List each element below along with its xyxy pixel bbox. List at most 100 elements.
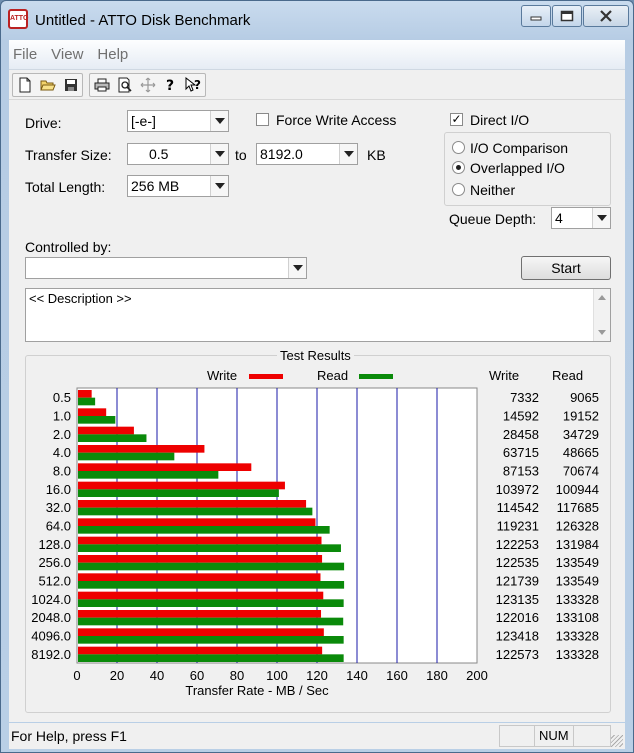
write-bar: [78, 555, 323, 563]
read-value: 34729: [563, 427, 599, 442]
x-tick-label: 20: [110, 668, 124, 683]
read-bar: [78, 416, 116, 424]
svg-text:?: ?: [194, 78, 201, 92]
y-tick-label: 16.0: [46, 482, 71, 497]
write-value: 122573: [496, 647, 539, 662]
write-value: 123418: [496, 629, 539, 644]
print-preview-icon: [118, 77, 132, 93]
read-value: 133108: [556, 610, 599, 625]
read-value: 133549: [556, 555, 599, 570]
y-tick-label: 2.0: [53, 427, 71, 442]
help-icon: ?: [166, 78, 174, 93]
read-value: 19152: [563, 409, 599, 424]
read-value: 9065: [570, 390, 599, 405]
write-value: 63715: [503, 445, 539, 460]
read-value: 131984: [556, 537, 599, 552]
menu-view[interactable]: View: [44, 46, 90, 63]
print-preview-button[interactable]: [113, 74, 136, 96]
svg-text:?: ?: [166, 78, 174, 93]
y-tick-label: 512.0: [38, 574, 71, 589]
print-icon: [94, 78, 109, 92]
write-value: 122253: [496, 537, 539, 552]
write-bar: [78, 445, 205, 453]
title-bar[interactable]: ATTO Untitled - ATTO Disk Benchmark: [1, 1, 633, 37]
read-bar: [78, 562, 345, 571]
write-bar: [78, 610, 322, 618]
read-bar: [78, 434, 147, 442]
read-bar: [78, 599, 344, 607]
x-tick-label: 60: [190, 668, 204, 683]
atto-app-icon[interactable]: ATTO: [8, 9, 28, 29]
read-value: 126328: [556, 519, 599, 534]
read-bar: [78, 489, 279, 497]
read-value: 133328: [556, 629, 599, 644]
x-tick-label: 180: [426, 668, 448, 683]
x-tick-label: 100: [266, 668, 288, 683]
y-tick-label: 256.0: [38, 555, 71, 570]
write-value: 122535: [496, 555, 539, 570]
new-button[interactable]: [13, 74, 36, 96]
y-tick-label: 1.0: [53, 409, 71, 424]
save-icon: [64, 79, 77, 91]
x-tick-label: 0: [73, 668, 80, 683]
maximize-button[interactable]: [552, 5, 582, 27]
x-axis-label: Transfer Rate - MB / Sec: [185, 683, 329, 698]
print-button[interactable]: [90, 74, 113, 96]
new-icon: [19, 77, 30, 93]
read-bar: [78, 654, 344, 662]
write-bar: [78, 536, 322, 545]
context-help-button[interactable]: ?: [182, 74, 205, 96]
toolbar-tools-group: ? ?: [89, 73, 206, 97]
read-bar: [78, 526, 330, 534]
write-bar: [78, 408, 107, 416]
y-tick-label: 8192.0: [31, 647, 71, 662]
read-bar: [78, 544, 341, 552]
x-tick-label: 80: [230, 668, 244, 683]
write-bar: [78, 628, 324, 636]
save-button[interactable]: [59, 74, 82, 96]
write-bar: [78, 518, 316, 526]
status-pane-3: [573, 725, 611, 747]
y-tick-label: 32.0: [46, 500, 71, 515]
read-bar: [78, 397, 96, 406]
write-bar: [78, 646, 323, 655]
y-tick-label: 2048.0: [31, 610, 71, 625]
write-value: 87153: [503, 464, 539, 479]
read-value: 133328: [556, 647, 599, 662]
y-tick-label: 64.0: [46, 519, 71, 534]
minimize-button[interactable]: [521, 5, 551, 27]
read-value: 133328: [556, 592, 599, 607]
context-help-icon: ?: [185, 77, 201, 92]
write-bar: [78, 426, 134, 435]
write-bar: [78, 463, 252, 471]
transfer-rate-chart: 0 20 40 60 80 100 120 140 160 180 200 Transfer Rate…: [31, 387, 599, 698]
read-bar: [78, 471, 219, 479]
read-value: 70674: [563, 464, 599, 479]
close-button[interactable]: [583, 5, 629, 27]
menu-help[interactable]: Help: [90, 46, 135, 63]
write-value: 103972: [496, 482, 539, 497]
window-title: Untitled - ATTO Disk Benchmark: [35, 12, 251, 29]
main-panel: Drive: [-e-] Force Write Access Transfer…: [9, 100, 625, 722]
write-value: 122016: [496, 610, 539, 625]
x-tick-label: 160: [386, 668, 408, 683]
y-tick-label: 8.0: [53, 464, 71, 479]
help-button[interactable]: ?: [159, 74, 182, 96]
resize-grip[interactable]: [611, 735, 623, 747]
open-button[interactable]: [36, 74, 59, 96]
write-value: 28458: [503, 427, 539, 442]
y-tick-label: 1024.0: [31, 592, 71, 607]
status-pane-num: NUM: [534, 725, 574, 747]
read-value: 117685: [557, 500, 599, 515]
read-value: 48665: [563, 445, 599, 460]
close-icon: [600, 10, 612, 22]
read-bar: [78, 636, 344, 644]
write-value: 123135: [496, 592, 539, 607]
move-icon: [140, 77, 155, 93]
menu-file[interactable]: File: [9, 46, 44, 63]
move-button[interactable]: [136, 74, 159, 96]
read-bar: [78, 452, 175, 461]
write-bar: [78, 591, 324, 600]
menu-bar: File View Help: [9, 40, 625, 70]
write-bar: [78, 500, 307, 508]
